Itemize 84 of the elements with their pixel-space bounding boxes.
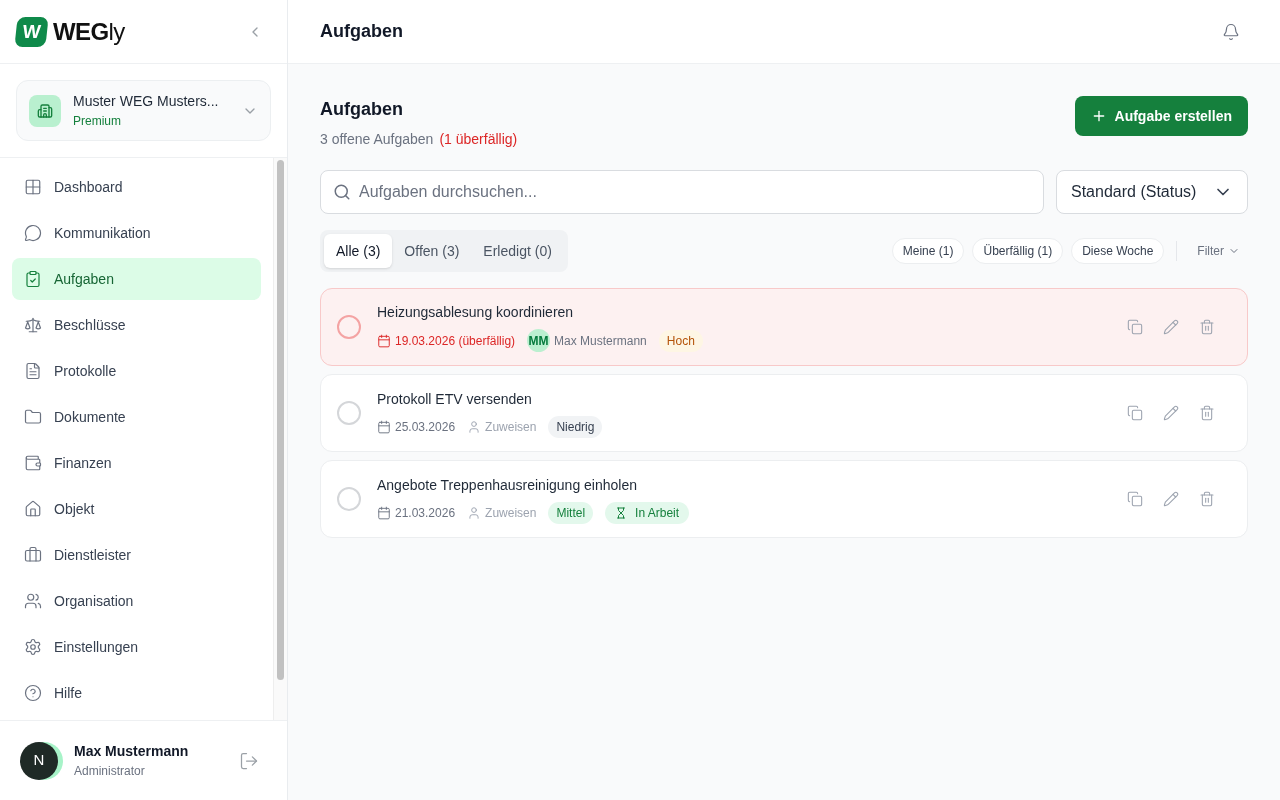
filter-chip[interactable]: Überfällig (1) [972,238,1064,264]
sidebar-item[interactable]: Dokumente [12,396,261,438]
sidebar-item[interactable]: Dienstleister [12,534,261,576]
copy-icon[interactable] [1127,405,1143,421]
delete-icon[interactable] [1199,405,1215,421]
priority-tag: Hoch [658,329,703,352]
page-title: Aufgaben [320,98,404,121]
person-icon [467,505,482,520]
sidebar-item[interactable]: Organisation [12,580,261,622]
grid-icon [24,178,42,196]
overdue-count: (1 überfällig) [439,130,518,149]
task-card[interactable]: Heizungsablesung koordinieren 19.03.2026 (überfällig) MM Max Mustermann Hoch [320,288,1248,366]
due-date: 19.03.2026 (überfällig) [395,332,516,350]
sidebar-item[interactable]: Hilfe [12,672,261,714]
house-icon [24,500,42,518]
task-checkbox[interactable] [337,315,361,339]
search-input[interactable]: Aufgaben durchsuchen... [359,180,1031,204]
user-name: Max Mustermann [74,742,190,761]
user-role: Administrator [74,763,146,780]
clipboard-check-icon [24,270,42,288]
scrollbar[interactable] [273,158,287,720]
sidebar-item[interactable]: Objekt [12,488,261,530]
edit-icon[interactable] [1163,319,1179,335]
briefcase-icon [24,546,42,564]
sidebar-item[interactable]: Finanzen [12,442,261,484]
organization-selector[interactable]: Muster WEG Musters... Premium [16,80,271,141]
copy-icon[interactable] [1127,491,1143,507]
sidebar-item[interactable]: Kommunikation [12,212,261,254]
settings-icon [24,638,42,656]
users-icon [24,592,42,610]
filter-dropdown[interactable]: Filter [1189,242,1248,260]
calendar-icon [377,505,391,520]
priority-tag: Niedrig [548,415,603,438]
wallet-icon [24,454,42,472]
app-logo: WEGly [53,16,125,47]
due-date: 21.03.2026 [395,504,456,522]
due-date: 25.03.2026 [395,418,456,436]
help-icon [24,684,42,702]
task-title: Heizungsablesung koordinieren [377,303,575,322]
logout-icon[interactable] [239,750,259,771]
sidebar-item[interactable]: Dashboard [12,166,261,208]
delete-icon[interactable] [1199,491,1215,507]
sidebar-item[interactable]: Beschlüsse [12,304,261,346]
sort-dropdown[interactable]: Standard (Status) [1056,170,1248,214]
calendar-icon [377,333,391,348]
sidebar-item[interactable]: Protokolle [12,350,261,392]
filter-chip[interactable]: Meine (1) [891,238,965,264]
copy-icon[interactable] [1127,319,1143,335]
folder-icon [24,408,42,426]
sidebar-item[interactable]: Aufgaben [12,258,261,300]
edit-icon[interactable] [1163,405,1179,421]
assignee-avatar: MM [527,329,551,352]
status-tag: In Arbeit [605,501,690,524]
tab[interactable]: Alle (3) [324,234,393,268]
task-card[interactable]: Protokoll ETV versenden 25.03.2026 Zuweisen Niedrig [320,374,1248,452]
priority-tag: Mittel [548,501,594,524]
search-field[interactable]: Aufgaben durchsuchen... [320,170,1044,214]
assignee-name: Max Mustermann [554,332,647,350]
delete-icon[interactable] [1199,319,1215,335]
organization-name: Muster WEG Musters... [73,92,220,111]
building-icon [29,94,61,127]
tab[interactable]: Offen (3) [392,234,472,268]
filter-chip[interactable]: Diese Woche [1071,238,1165,264]
plan-label: Premium [73,113,122,130]
header-title: Aufgaben [320,20,403,43]
task-checkbox[interactable] [337,487,361,511]
open-task-count: 3 offene Aufgaben [320,130,434,149]
task-card[interactable]: Angebote Treppenhausreinigung einholen 21.03.2026 Zuweisen Mittel In Arbeit [320,460,1248,538]
scale-icon [24,316,42,334]
task-title: Protokoll ETV versenden [377,389,533,409]
person-icon [467,419,482,434]
task-checkbox[interactable] [337,401,361,425]
logo-icon: W [14,16,49,47]
task-title: Angebote Treppenhausreinigung einholen [377,475,638,495]
tab[interactable]: Erledigt (0) [471,234,564,268]
search-icon [333,183,351,201]
edit-icon[interactable] [1163,491,1179,507]
calendar-icon [377,419,391,434]
create-task-button[interactable]: Aufgabe erstellen [1074,96,1248,136]
notification-bell-icon[interactable] [1222,22,1240,41]
document-icon [24,362,42,380]
hourglass-icon [615,506,628,519]
sidebar-item[interactable]: Einstellungen [12,626,261,668]
chat-bubble-icon [24,224,42,242]
